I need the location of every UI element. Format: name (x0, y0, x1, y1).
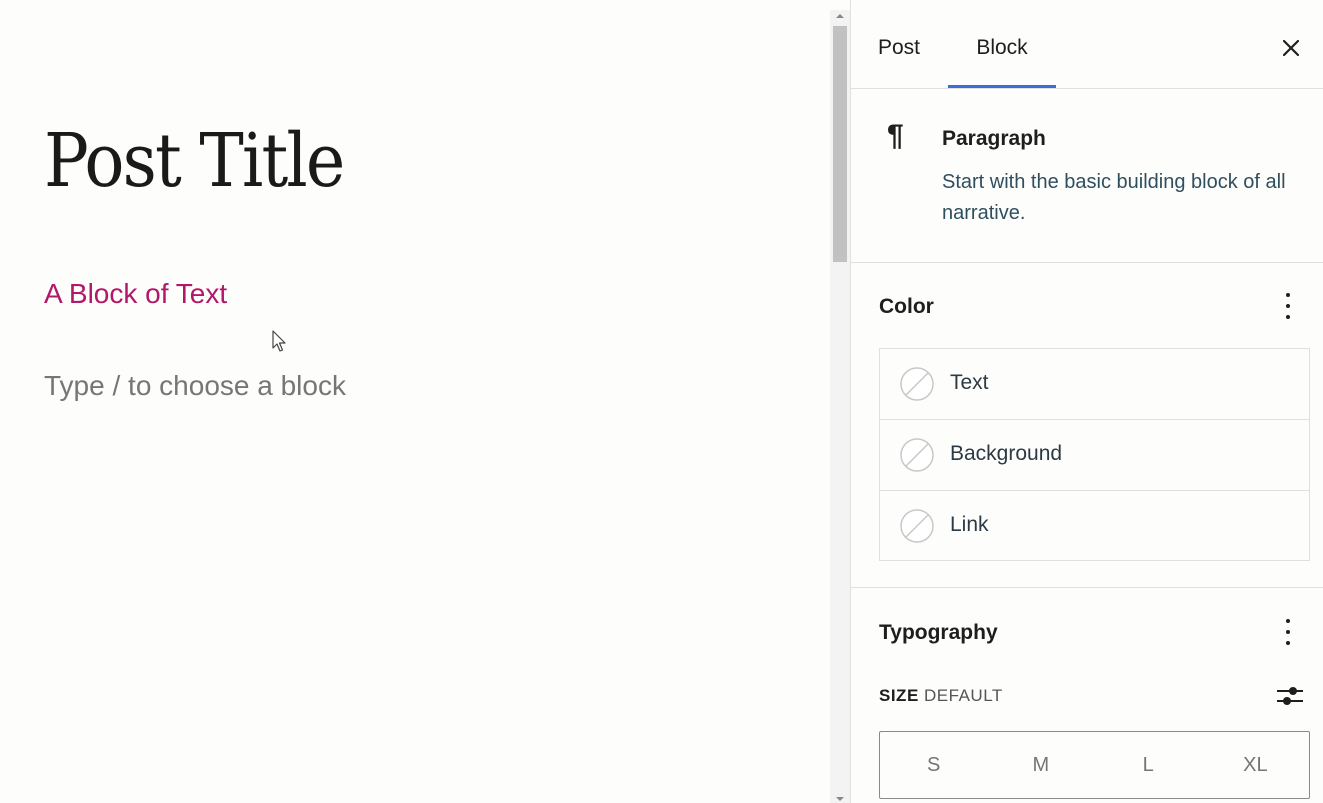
size-key: SIZE (879, 686, 919, 705)
font-size-label: SIZE DEFAULT (879, 686, 1003, 706)
sidebar-tabs: Post Block (851, 0, 1323, 89)
editor-scrollbar[interactable] (830, 10, 850, 803)
scroll-down-arrow-icon[interactable] (836, 797, 844, 801)
block-placeholder[interactable]: Type / to choose a block (44, 370, 346, 402)
custom-size-toggle-icon[interactable] (1275, 683, 1305, 709)
typography-panel-title: Typography (879, 621, 998, 644)
tab-block[interactable]: Block (948, 0, 1056, 88)
paragraph-icon: ¶ (887, 119, 904, 152)
size-value: DEFAULT (924, 686, 1003, 705)
font-size-picker: S M L XL (879, 731, 1310, 799)
close-icon[interactable] (1277, 34, 1305, 62)
color-panel: Color Text Background Link (851, 263, 1323, 588)
scroll-up-arrow-icon[interactable] (836, 14, 844, 18)
no-color-swatch-icon (900, 367, 934, 401)
no-color-swatch-icon (900, 438, 934, 472)
color-item-background[interactable]: Background (880, 420, 1309, 491)
post-title[interactable]: Post Title (44, 118, 345, 204)
color-options-icon[interactable] (1281, 292, 1295, 322)
block-name: Paragraph (942, 127, 1046, 150)
color-settings-list: Text Background Link (879, 348, 1310, 561)
typography-options-icon[interactable] (1281, 618, 1295, 648)
block-description: Start with the basic building block of a… (942, 171, 1286, 224)
size-option-l[interactable]: L (1095, 732, 1202, 798)
color-item-label: Background (950, 442, 1063, 465)
size-option-m[interactable]: M (987, 732, 1094, 798)
scrollbar-thumb[interactable] (833, 26, 847, 262)
color-item-link[interactable]: Link (880, 491, 1309, 561)
paragraph-block[interactable]: A Block of Text (44, 278, 227, 310)
typography-panel: Typography SIZE DEFAULT S M L XL (851, 588, 1323, 803)
editor-canvas[interactable]: Post Title A Block of Text Type / to cho… (0, 0, 830, 803)
tab-post[interactable]: Post (878, 0, 920, 88)
mouse-cursor-icon (272, 330, 286, 352)
size-option-xl[interactable]: XL (1202, 732, 1309, 798)
size-option-s[interactable]: S (880, 732, 987, 798)
settings-sidebar: Post Block ¶ Paragraph Start with the ba… (850, 0, 1323, 803)
block-card: ¶ Paragraph Start with the basic buildin… (851, 89, 1323, 263)
color-item-label: Link (950, 513, 989, 536)
color-item-label: Text (950, 371, 989, 394)
color-panel-title: Color (879, 295, 934, 318)
color-item-text[interactable]: Text (880, 349, 1309, 420)
no-color-swatch-icon (900, 509, 934, 543)
